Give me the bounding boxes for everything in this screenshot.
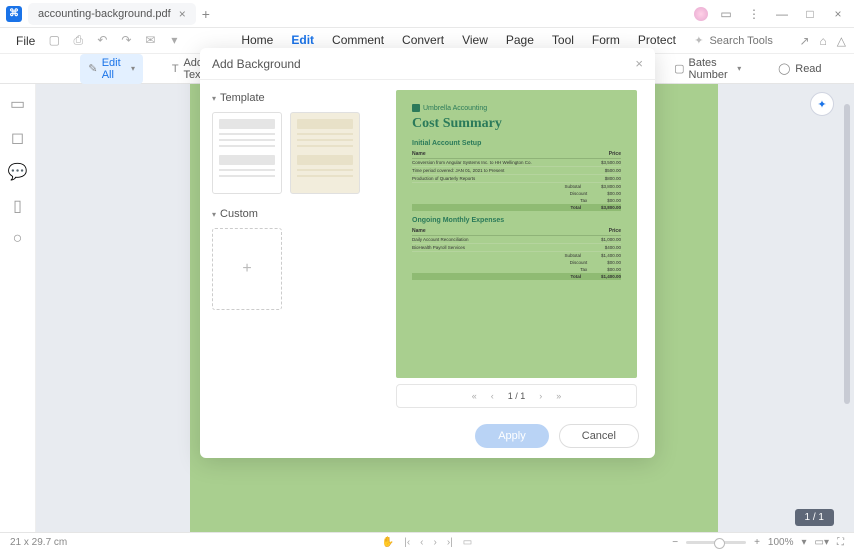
zoom-dropdown-icon[interactable]: ▾ [802, 537, 807, 548]
dialog-close-icon[interactable]: × [635, 56, 643, 71]
hand-tool-icon[interactable]: ✋ [382, 537, 394, 548]
template-option-2[interactable] [290, 112, 360, 194]
zoom-out-icon[interactable]: − [672, 537, 678, 548]
pager-prev-icon[interactable]: ‹ [491, 391, 494, 401]
page-nav-controls: ✋ |‹ ‹ › ›| ▭ [382, 537, 472, 548]
cloud-icon[interactable]: ⌂ [820, 34, 827, 48]
search-input[interactable] [709, 35, 789, 47]
nav-last-icon[interactable]: ›| [447, 537, 453, 548]
read-toggle[interactable]: ◯ Read [769, 59, 829, 79]
share-icon[interactable]: ↗ [799, 34, 809, 48]
brand-orb-icon[interactable] [694, 7, 708, 21]
template-section-label[interactable]: Template [212, 92, 366, 104]
zoom-value: 100% [768, 537, 794, 548]
document-tab[interactable]: accounting-background.pdf × [28, 3, 196, 25]
apply-button[interactable]: Apply [475, 424, 549, 448]
chevron-down-icon: ▾ [131, 64, 135, 73]
left-rail: ▭ ◻ 💬 ▯ ○ [0, 84, 36, 532]
add-custom-button[interactable]: + [212, 228, 282, 310]
custom-section-label[interactable]: Custom [212, 208, 366, 220]
mail-icon[interactable]: ✉ [143, 33, 157, 48]
zoom-in-icon[interactable]: + [754, 537, 760, 548]
text-icon: T [171, 62, 179, 76]
nav-first-icon[interactable]: |‹ [404, 537, 410, 548]
close-icon[interactable]: × [828, 4, 848, 24]
preview-section1-heading: Initial Account Setup [412, 140, 621, 147]
bates-button[interactable]: ▢ Bates Number ▾ [666, 54, 749, 84]
preview-title: Cost Summary [412, 116, 621, 132]
minimize-icon[interactable]: — [772, 4, 792, 24]
chevron-down-icon: ▾ [737, 64, 741, 73]
pager-next-icon[interactable]: › [539, 391, 542, 401]
preview-page: Umbrella Accounting Cost Summary Initial… [396, 90, 637, 378]
statusbar: 21 x 29.7 cm ✋ |‹ ‹ › ›| ▭ − + 100% ▾ ▭▾… [0, 532, 854, 552]
page-dimensions: 21 x 29.7 cm [10, 537, 67, 548]
fullscreen-icon[interactable]: ⛶ [837, 537, 844, 548]
preview-pager: « ‹ 1 / 1 › » [396, 384, 637, 408]
new-tab-button[interactable]: + [202, 6, 210, 22]
preview-table-1: NamePrice Conversion from Angular System… [412, 150, 621, 211]
pager-last-icon[interactable]: » [556, 391, 561, 401]
cancel-button[interactable]: Cancel [559, 424, 639, 448]
edit-all-button[interactable]: ✎ Edit All ▾ [80, 54, 143, 84]
page-indicator: 1 / 1 [795, 509, 834, 526]
pencil-icon: ✎ [88, 62, 98, 76]
nav-next-icon[interactable]: › [434, 537, 437, 548]
pager-first-icon[interactable]: « [472, 391, 477, 401]
extension-icon[interactable]: ▭ [716, 4, 736, 24]
dialog-title: Add Background [212, 57, 301, 71]
vertical-scrollbar[interactable] [844, 104, 850, 404]
titlebar: ⌘ accounting-background.pdf × + ▭ ⋮ — □ … [0, 0, 854, 28]
dialog-footer: Apply Cancel [200, 414, 655, 458]
redo-icon[interactable]: ↷ [119, 33, 133, 48]
qat-caret-icon[interactable]: ▾ [167, 33, 181, 48]
sparkle-icon: ✦ [694, 34, 703, 47]
search-tools[interactable]: ✦ [694, 34, 789, 47]
file-menu[interactable]: File [8, 34, 43, 48]
maximize-icon[interactable]: □ [800, 4, 820, 24]
preview-brand: Umbrella Accounting [412, 104, 621, 112]
ai-assistant-button[interactable]: ✦ [810, 92, 834, 116]
toggle-icon: ◯ [777, 62, 791, 76]
quick-access-toolbar: ▢ ⎙ ↶ ↷ ✉ ▾ [47, 33, 181, 48]
comment-panel-icon[interactable]: 💬 [8, 162, 28, 182]
undo-icon[interactable]: ↶ [95, 33, 109, 48]
add-background-dialog: Add Background × Template Custom + Umbre… [200, 48, 655, 458]
print-icon[interactable]: ⎙ [71, 33, 85, 48]
save-icon[interactable]: ▢ [47, 33, 61, 48]
bates-icon: ▢ [674, 62, 684, 76]
view-mode-icon[interactable]: ▭▾ [815, 537, 829, 548]
sync-icon[interactable]: △ [837, 34, 846, 48]
template-option-1[interactable] [212, 112, 282, 194]
tab-close-icon[interactable]: × [179, 7, 186, 21]
dialog-sidebar: Template Custom + [200, 80, 378, 414]
attachment-icon[interactable]: ▯ [13, 196, 22, 216]
dialog-preview-pane: Umbrella Accounting Cost Summary Initial… [378, 80, 655, 414]
dialog-header: Add Background × [200, 48, 655, 80]
search-panel-icon[interactable]: ○ [13, 230, 23, 248]
tab-filename: accounting-background.pdf [38, 8, 171, 20]
more-icon[interactable]: ⋮ [744, 4, 764, 24]
thumbnails-icon[interactable]: ▭ [10, 94, 25, 114]
bookmark-icon[interactable]: ◻ [11, 128, 24, 148]
app-logo: ⌘ [6, 6, 22, 22]
zoom-slider[interactable] [686, 541, 746, 544]
preview-table-2: NamePrice Daily Account Reconciliation$1… [412, 227, 621, 280]
nav-prev-icon[interactable]: ‹ [420, 537, 423, 548]
preview-section2-heading: Ongoing Monthly Expenses [412, 217, 621, 224]
fit-icon[interactable]: ▭ [463, 537, 472, 548]
